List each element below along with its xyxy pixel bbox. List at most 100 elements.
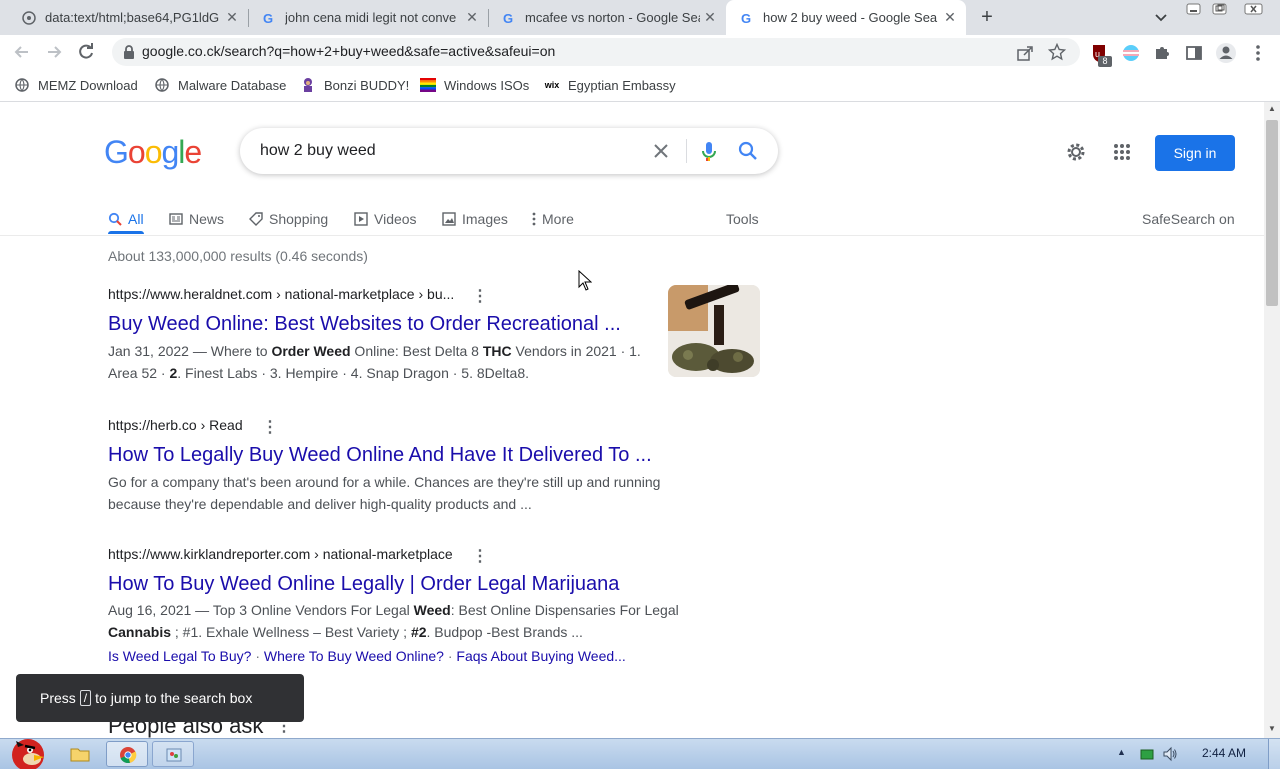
trans-flag-extension-icon[interactable] [1122,44,1140,62]
tab-mcafee[interactable]: G mcafee vs norton - Google Sea ✕ [488,0,726,35]
bookmark-windows-isos[interactable]: Windows ISOs [420,69,529,101]
reload-icon[interactable] [76,42,96,62]
tab-images[interactable]: Images [442,204,508,234]
tab-label: All [128,211,144,227]
chrome-taskbar-button[interactable] [106,741,148,767]
bookmark-label: Bonzi BUDDY! [324,77,410,93]
more-options-icon[interactable]: ⋮ [262,417,278,437]
result-2-title[interactable]: How To Legally Buy Weed Online And Have … [108,444,652,467]
tab-videos[interactable]: Videos [354,204,417,234]
google-favicon-icon: G [261,10,277,26]
video-play-icon [354,212,368,226]
result-1-thumbnail[interactable] [668,285,760,377]
tools-button[interactable]: Tools [726,204,759,234]
back-arrow-icon[interactable] [12,42,32,62]
svg-text:G: G [503,11,513,25]
chrome-icon [120,747,137,763]
bookmark-egyptian-embassy[interactable]: wix Egyptian Embassy [544,69,676,101]
logo-letter: g [161,134,179,170]
tab-label: News [189,211,225,227]
show-desktop-button[interactable] [1268,739,1280,769]
network-tray-icon[interactable] [1140,748,1154,760]
result-url: https://herb.co [108,417,197,433]
bookmark-star-icon[interactable] [1047,42,1067,61]
volume-speaker-icon[interactable] [1162,746,1178,762]
restore-button[interactable] [1212,2,1228,15]
result-1-url[interactable]: https://www.heraldnet.com › national-mar… [108,286,454,304]
toast-key: / [79,690,92,706]
sign-in-button[interactable]: Sign in [1155,135,1235,171]
result-2-url[interactable]: https://herb.co › Read [108,417,243,435]
google-favicon-icon: G [739,10,755,26]
close-tab-icon[interactable]: ✕ [222,9,242,26]
bookmark-malware-database[interactable]: Malware Database [154,69,286,101]
settings-gear-icon[interactable] [1065,141,1087,163]
tab-data-url[interactable]: data:text/html;base64,PG1ldG ✕ [8,0,248,35]
profile-avatar-icon[interactable] [1215,42,1237,64]
keyboard-shortcut-toast: Press / to jump to the search box [16,674,304,722]
tab-shopping[interactable]: Shopping [249,204,328,234]
angry-bird-start-icon[interactable] [4,731,50,771]
page-scrollbar[interactable]: ▲ ▼ [1264,102,1280,738]
voice-search-mic-icon[interactable] [701,141,717,163]
bookmark-label: MEMZ Download [38,77,138,93]
more-options-icon[interactable]: ⋮ [472,286,488,306]
close-tab-icon[interactable]: ✕ [462,9,482,26]
close-tab-icon[interactable]: ✕ [700,9,720,26]
search-box[interactable]: how 2 buy weed [240,128,778,174]
globe-icon [154,77,170,93]
more-options-icon[interactable]: ⋮ [472,546,488,566]
safesearch-toggle[interactable]: SafeSearch on [1142,204,1235,234]
close-window-button[interactable] [1244,2,1264,15]
chrome-menu-icon[interactable] [1250,44,1266,62]
sitelink[interactable]: Is Weed Legal To Buy? [108,648,251,664]
clear-search-icon[interactable] [652,142,670,160]
paint-icon [166,748,182,762]
sitelink[interactable]: Where To Buy Weed Online? [264,648,444,664]
tray-overflow-arrow-icon[interactable]: ▲ [1117,747,1126,757]
sitelink[interactable]: Faqs About Buying Weed... [456,648,625,664]
result-breadcrumb: › national-marketplace [310,546,453,562]
search-small-icon [108,212,122,226]
tab-news[interactable]: News [169,204,224,234]
tab-how-2-buy-weed[interactable]: G how 2 buy weed - Google Sea ✕ [726,0,966,35]
close-tab-icon[interactable]: ✕ [940,9,960,26]
google-apps-grid-icon[interactable] [1113,143,1131,161]
result-3-title[interactable]: How To Buy Weed Online Legally | Order L… [108,573,619,596]
tab-title: john cena midi legit not conve [285,10,457,25]
search-magnifier-icon[interactable] [738,141,758,161]
tag-icon [249,212,263,226]
side-panel-icon[interactable] [1185,44,1203,62]
windows-taskbar: ▲ 2:44 AM [0,738,1280,771]
bookmark-memz[interactable]: MEMZ Download [14,69,138,101]
google-favicon-icon: G [501,10,517,26]
bookmark-label: Malware Database [178,77,287,93]
bookmark-bonzi-buddy[interactable]: Bonzi BUDDY! [300,69,409,101]
result-1-title[interactable]: Buy Weed Online: Best Websites to Order … [108,313,621,336]
lock-icon[interactable] [122,44,136,60]
address-bar[interactable]: google.co.ck/search?q=how+2+buy+weed&saf… [112,38,1080,66]
scroll-down-arrow-icon[interactable]: ▼ [1268,724,1276,733]
result-breadcrumb: › Read [196,417,243,433]
extensions-puzzle-icon[interactable] [1153,44,1171,62]
taskbar-clock[interactable]: 2:44 AM [1202,746,1246,760]
tab-all[interactable]: All [108,204,144,234]
result-3-url[interactable]: https://www.kirklandreporter.com › natio… [108,546,453,564]
search-input[interactable]: how 2 buy weed [260,142,376,160]
minimize-button[interactable] [1186,2,1202,15]
google-logo[interactable]: Google [104,134,202,171]
forward-arrow-icon[interactable] [44,42,64,62]
share-icon[interactable] [1016,44,1034,62]
url-text[interactable]: google.co.ck/search?q=how+2+buy+weed&saf… [142,43,555,59]
new-tab-button[interactable]: + [976,6,998,28]
tab-john-cena[interactable]: G john cena midi legit not conve ✕ [248,0,488,35]
file-explorer-icon[interactable] [70,745,90,763]
tab-search-chevron-icon[interactable] [1152,8,1170,26]
bookmark-label: Egyptian Embassy [568,77,676,93]
result-1-snippet: Jan 31, 2022 — Where to Order Weed Onlin… [108,343,641,381]
tab-more[interactable]: More [532,204,574,234]
scroll-up-arrow-icon[interactable]: ▲ [1268,104,1276,113]
result-3-sitelinks: Is Weed Legal To Buy? · Where To Buy Wee… [108,648,626,664]
scrollbar-thumb[interactable] [1266,120,1278,306]
paint-taskbar-button[interactable] [152,741,194,767]
